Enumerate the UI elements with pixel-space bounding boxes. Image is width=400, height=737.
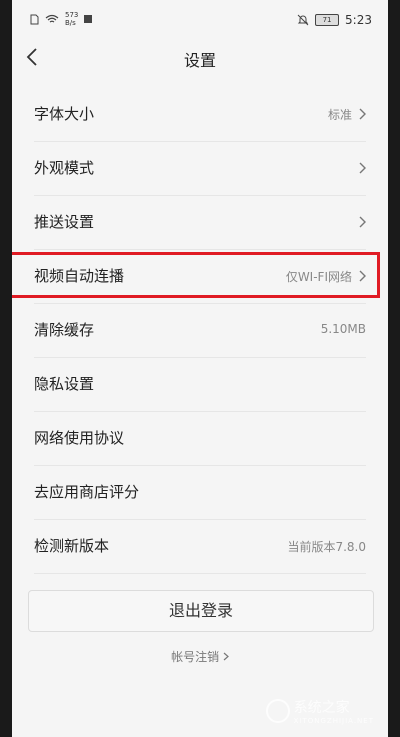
setting-label: 检测新版本 bbox=[34, 537, 110, 555]
logout-button[interactable]: 退出登录 bbox=[28, 590, 374, 632]
setting-label: 视频自动连播 bbox=[34, 267, 125, 285]
setting-value: 仅WI-FI网络 bbox=[285, 270, 352, 284]
watermark-logo-icon bbox=[265, 699, 290, 723]
setting-row-appearance[interactable]: 外观模式 bbox=[34, 142, 366, 196]
watermark-main: 系统之家 bbox=[293, 700, 350, 716]
setting-row-clear-cache[interactable]: 清除缓存 5.10MB bbox=[34, 304, 366, 358]
status-right: 71 5:23 bbox=[297, 13, 372, 27]
cancel-account-link[interactable]: 帐号注销 bbox=[12, 648, 388, 665]
setting-label: 字体大小 bbox=[34, 105, 95, 123]
setting-row-push[interactable]: 推送设置 bbox=[34, 196, 366, 250]
setting-label: 网络使用协议 bbox=[34, 429, 125, 447]
network-speed-value: 573 bbox=[65, 11, 79, 19]
wifi-icon bbox=[45, 14, 59, 23]
network-speed: 573 B/s bbox=[65, 11, 78, 27]
battery-level: 71 bbox=[322, 16, 332, 24]
setting-row-privacy[interactable]: 隐私设置 bbox=[34, 358, 366, 412]
setting-row-video-autoplay[interactable]: 视频自动连播 仅WI-FI网络 bbox=[34, 250, 366, 304]
setting-label: 去应用商店评分 bbox=[34, 483, 140, 501]
clock: 5:23 bbox=[345, 13, 372, 27]
nav-bar: 设置 bbox=[12, 40, 388, 76]
chevron-right-icon bbox=[223, 652, 229, 661]
chevron-right-icon bbox=[359, 270, 366, 282]
watermark-sub: XITONGZHIJIA.NET bbox=[293, 717, 374, 725]
battery-icon: 71 bbox=[315, 14, 340, 26]
setting-value: 当前版本7.8.0 bbox=[287, 540, 366, 554]
sim-icon bbox=[30, 14, 39, 24]
setting-label: 推送设置 bbox=[34, 213, 95, 231]
chevron-right-icon bbox=[359, 162, 366, 174]
network-speed-unit: B/s bbox=[65, 19, 76, 27]
setting-row-rate-app[interactable]: 去应用商店评分 bbox=[34, 466, 366, 520]
setting-label: 清除缓存 bbox=[34, 321, 95, 339]
setting-row-font-size[interactable]: 字体大小 标准 bbox=[34, 88, 366, 142]
setting-row-check-update[interactable]: 检测新版本 当前版本7.8.0 bbox=[34, 520, 366, 574]
setting-row-network-agreement[interactable]: 网络使用协议 bbox=[34, 412, 366, 466]
setting-label: 隐私设置 bbox=[34, 375, 95, 393]
notification-icon bbox=[84, 15, 93, 23]
watermark: 系统之家 XITONGZHIJIA.NET bbox=[265, 697, 374, 725]
watermark-text: 系统之家 XITONGZHIJIA.NET bbox=[294, 697, 374, 725]
phone-screen: 573 B/s 71 5:23 设置 字体大小 标准 外观模式 推送设置 视频自… bbox=[12, 0, 388, 737]
chevron-right-icon bbox=[359, 108, 366, 120]
setting-value: 5.10MB bbox=[320, 322, 366, 336]
silent-icon bbox=[297, 14, 309, 26]
chevron-right-icon bbox=[359, 216, 366, 228]
status-left: 573 B/s bbox=[30, 11, 93, 27]
page-title: 设置 bbox=[183, 51, 216, 70]
status-bar: 573 B/s 71 5:23 bbox=[12, 0, 388, 40]
cancel-account-label: 帐号注销 bbox=[171, 650, 220, 664]
setting-label: 外观模式 bbox=[34, 159, 95, 177]
settings-list: 字体大小 标准 外观模式 推送设置 视频自动连播 仅WI-FI网络 清除缓存 5… bbox=[12, 88, 388, 574]
setting-value: 标准 bbox=[327, 108, 352, 122]
